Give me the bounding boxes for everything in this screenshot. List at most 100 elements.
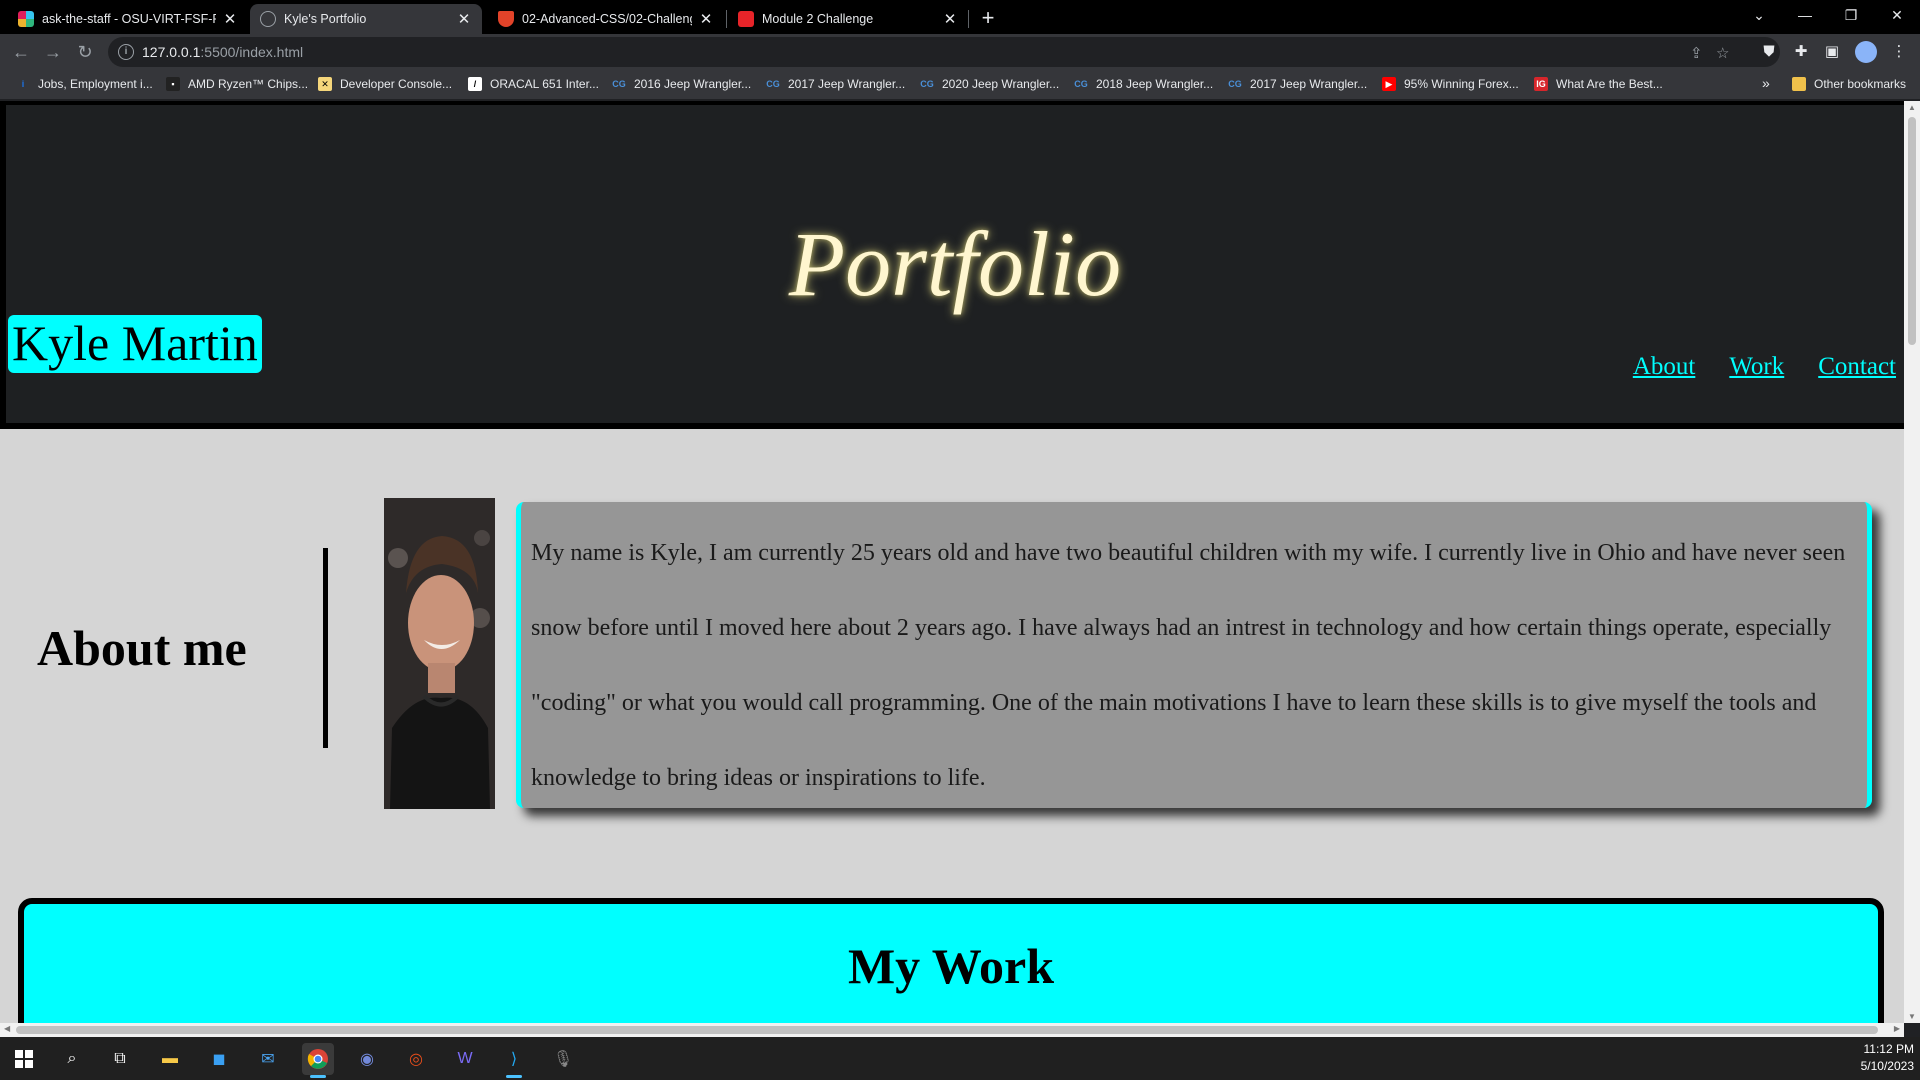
bookmark-item[interactable]: CG 2017 Jeep Wrangler... [766, 77, 905, 91]
menu-kebab-icon[interactable]: ⋮ [1890, 43, 1908, 61]
nav-link-work[interactable]: Work [1729, 353, 1784, 381]
file-explorer-icon[interactable]: ▬ [154, 1043, 186, 1075]
indeed-icon: i [21, 79, 25, 89]
side-panel-icon[interactable]: ▣ [1823, 43, 1841, 61]
address-bar[interactable]: i 127.0.0.1:5500/index.html ⇪ ☆ [108, 37, 1780, 67]
forward-button[interactable]: → [41, 40, 65, 64]
bookmark-star-icon[interactable]: ☆ [1716, 44, 1729, 62]
new-tab-button[interactable]: + [976, 6, 1000, 30]
discord-icon[interactable]: ◉ [351, 1043, 383, 1075]
bookmark-label: ORACAL 651 Inter... [490, 77, 599, 91]
developer-console-icon: ✕ [318, 77, 332, 91]
browser-toolbar: ← → ↻ i 127.0.0.1:5500/index.html ⇪ ☆ ⛊ … [0, 34, 1920, 70]
bookmark-label: 2017 Jeep Wrangler... [788, 77, 906, 91]
bookmark-item[interactable]: / ORACAL 651 Inter... [468, 77, 599, 91]
search-icon[interactable]: ⌕ [56, 1043, 88, 1075]
tab-advanced-css[interactable]: 02-Advanced-CSS/02-Challenge/ ✕ [488, 4, 724, 34]
scroll-up-arrow[interactable]: ▲ [1904, 103, 1920, 112]
site-nav: About Work Contact [1633, 353, 1896, 381]
oracal-icon: / [468, 77, 482, 91]
windows-start-icon[interactable] [8, 1043, 40, 1075]
site-info-icon[interactable]: i [118, 44, 134, 60]
bookmark-item[interactable]: CG 2018 Jeep Wrangler... [1074, 77, 1213, 91]
bookmark-item[interactable]: ▶ 95% Winning Forex... [1382, 77, 1519, 91]
close-tab-icon[interactable]: ✕ [698, 10, 714, 28]
close-tab-icon[interactable]: ✕ [456, 10, 472, 28]
scroll-left-arrow[interactable]: ◀ [4, 1024, 10, 1033]
extensions-puzzle-icon[interactable]: ✚ [1792, 43, 1810, 61]
slack-icon [18, 11, 34, 27]
profile-avatar[interactable] [1855, 41, 1877, 63]
scrollbar-thumb[interactable] [16, 1026, 1878, 1034]
tab-title: Kyle's Portfolio [284, 12, 367, 26]
ig-icon: IG [1534, 77, 1548, 91]
close-tab-icon[interactable]: ✕ [222, 10, 238, 28]
folder-icon [1792, 77, 1806, 91]
share-icon[interactable]: ⇪ [1690, 44, 1703, 62]
chrome-icon[interactable] [302, 1043, 334, 1078]
task-view-icon[interactable]: ⧉ [104, 1043, 136, 1075]
back-button[interactable]: ← [9, 40, 33, 64]
bio-text: My name is Kyle, I am currently 25 years… [531, 540, 1846, 791]
extension-shield-icon[interactable]: ⛊ [1760, 43, 1778, 61]
bookmark-item[interactable]: CG 2016 Jeep Wrangler... [612, 77, 751, 91]
app-icon[interactable]: W [449, 1043, 481, 1075]
bookmark-item[interactable]: ▪ AMD Ryzen™ Chips... [166, 77, 308, 91]
cargurus-icon: CG [612, 79, 626, 89]
cargurus-icon: CG [920, 79, 934, 89]
clock-time: 11:12 PM [1863, 1042, 1914, 1056]
windows-taskbar: ⌕ ⧉ ▬ ◼ ✉ ◉ ◎ W ⟩ 🎙 11:12 PM 5/10/2023 [0, 1037, 1920, 1080]
vscode-icon[interactable]: ⟩ [498, 1043, 530, 1078]
bookmark-item[interactable]: i Jobs, Employment i... [16, 77, 153, 91]
url-text: 127.0.0.1:5500/index.html [142, 44, 303, 60]
nav-link-contact[interactable]: Contact [1818, 353, 1896, 381]
bookmark-label: Jobs, Employment i... [38, 77, 153, 91]
windows-logo [15, 1050, 33, 1068]
minimize-button[interactable]: — [1782, 0, 1828, 30]
tab-kyles-portfolio[interactable]: Kyle's Portfolio ✕ [250, 4, 482, 34]
amd-icon: ▪ [166, 77, 180, 91]
bookmark-label: 95% Winning Forex... [1404, 77, 1519, 91]
close-tab-icon[interactable]: ✕ [942, 10, 958, 28]
microphone-icon[interactable]: 🎙 [547, 1043, 579, 1075]
vertical-scrollbar[interactable]: ▲ ▼ [1904, 101, 1920, 1023]
system-clock[interactable]: 11:12 PM 5/10/2023 [1861, 1041, 1914, 1075]
amd-software-icon[interactable]: ◎ [400, 1043, 432, 1075]
browser-tab-strip: ask-the-staff - OSU-VIRT-FSF-PT ✕ Kyle's… [0, 0, 1920, 34]
bookmark-label: 2018 Jeep Wrangler... [1096, 77, 1214, 91]
bookmark-label: What Are the Best... [1556, 77, 1663, 91]
scrollbar-thumb[interactable] [1908, 117, 1916, 345]
page-viewport: Portfolio Kyle Martin About Work Contact… [0, 101, 1904, 1023]
restore-button[interactable]: ❐ [1828, 0, 1874, 30]
chrome-logo [307, 1049, 328, 1069]
horizontal-scrollbar[interactable]: ◀ ▶ [0, 1023, 1904, 1037]
gitlab-icon [498, 11, 514, 27]
bookmark-item[interactable]: CG 2017 Jeep Wrangler... [1228, 77, 1367, 91]
scroll-right-arrow[interactable]: ▶ [1894, 1024, 1900, 1033]
close-window-button[interactable]: ✕ [1874, 0, 1920, 30]
youtube-icon: ▶ [1382, 77, 1396, 91]
profile-photo [384, 498, 495, 809]
mail-icon[interactable]: ✉ [252, 1043, 284, 1075]
tab-ask-the-staff[interactable]: ask-the-staff - OSU-VIRT-FSF-PT ✕ [8, 4, 248, 34]
bookmark-item[interactable]: CG 2020 Jeep Wrangler... [920, 77, 1059, 91]
nav-link-about[interactable]: About [1633, 353, 1696, 381]
bookmark-item[interactable]: IG What Are the Best... [1534, 77, 1663, 91]
scroll-down-arrow[interactable]: ▼ [1904, 1012, 1920, 1021]
bookmarks-overflow-button[interactable]: » [1762, 75, 1770, 91]
tab-separator [968, 10, 969, 28]
cargurus-icon: CG [766, 79, 780, 89]
name-badge: Kyle Martin [8, 315, 262, 373]
tab-search-icon[interactable]: ⌄ [1736, 0, 1782, 30]
tab-module-2-challenge[interactable]: Module 2 Challenge ✕ [728, 4, 968, 34]
cargurus-icon: CG [1074, 79, 1088, 89]
other-bookmarks-label: Other bookmarks [1814, 77, 1907, 91]
bookmark-item[interactable]: ✕ Developer Console... [318, 77, 452, 91]
vertical-divider [323, 548, 328, 748]
about-heading: About me [37, 620, 247, 676]
tab-separator [726, 10, 727, 28]
bio-card: My name is Kyle, I am currently 25 years… [516, 502, 1872, 808]
other-bookmarks[interactable]: Other bookmarks [1792, 77, 1906, 91]
reload-button[interactable]: ↻ [73, 40, 97, 64]
microsoft-store-icon[interactable]: ◼ [203, 1043, 235, 1075]
